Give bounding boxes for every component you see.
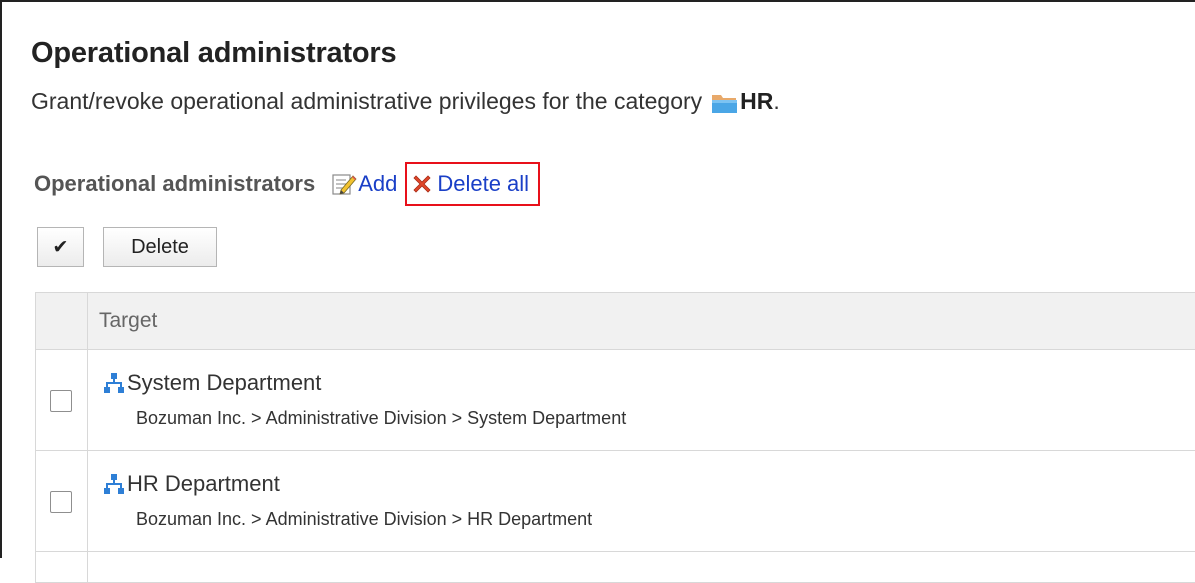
org-path: Bozuman Inc. > Administrative Division >… [136,408,1195,429]
add-link[interactable]: Add [331,171,397,197]
page-description: Grant/revoke operational administrative … [31,88,780,115]
select-all-button[interactable]: ✔ [37,227,84,267]
folder-icon [711,92,738,114]
table-row-partial [36,552,1195,583]
edit-add-icon [331,172,357,196]
checkbox-cell [36,451,88,552]
column-header-target: Target [88,293,1195,350]
organization-icon [103,473,125,495]
add-label: Add [358,171,397,197]
category-name: HR [740,88,773,115]
org-path: Bozuman Inc. > Administrative Division >… [136,509,1195,530]
checkbox-cell [36,552,88,583]
delete-button[interactable]: Delete [103,227,217,267]
section-header: Operational administrators Add Delete al… [34,168,540,200]
row-checkbox[interactable] [50,491,72,513]
org-name-text: HR Department [127,471,280,497]
organization-icon [103,372,125,394]
org-name: System Department [103,370,1195,396]
red-x-icon [410,172,434,196]
target-cell [88,552,1195,583]
row-checkbox[interactable] [50,390,72,412]
delete-all-link[interactable]: Delete all [410,171,529,197]
section-title: Operational administrators [34,171,315,197]
org-name-text: System Department [127,370,321,396]
target-cell: HR Department Bozuman Inc. > Administrat… [88,451,1195,552]
table-header-row: Target [36,293,1195,350]
checkbox-cell [36,350,88,451]
table-row: HR Department Bozuman Inc. > Administrat… [36,451,1195,552]
target-cell: System Department Bozuman Inc. > Adminis… [88,350,1195,451]
delete-all-label: Delete all [437,171,529,197]
header-checkbox-cell [36,293,88,350]
table-row: System Department Bozuman Inc. > Adminis… [36,350,1195,451]
description-text: Grant/revoke operational administrative … [31,88,702,115]
org-name: HR Department [103,471,1195,497]
page-title: Operational administrators [31,37,396,70]
administrators-table: Target System Department [35,292,1195,583]
delete-all-highlight: Delete all [405,162,540,206]
description-suffix: . [773,88,779,115]
